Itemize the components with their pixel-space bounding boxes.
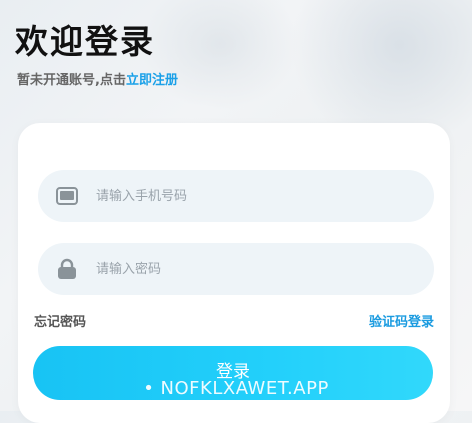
password-field[interactable]: [38, 243, 434, 295]
register-prompt-text: 暂未开通账号,点击: [17, 73, 126, 88]
sms-login-link[interactable]: 验证码登录: [369, 311, 434, 330]
tablet-icon: [54, 183, 80, 209]
lock-icon: [54, 256, 80, 282]
forgot-password-link[interactable]: 忘记密码: [34, 311, 86, 330]
phone-input[interactable]: [94, 187, 398, 205]
register-link[interactable]: 立即注册: [126, 73, 178, 88]
watermark: • NOFKLXAWET.APP: [143, 378, 329, 399]
phone-field[interactable]: [38, 170, 434, 222]
register-prompt: 暂未开通账号,点击立即注册: [17, 69, 178, 88]
page-title: 欢迎登录: [15, 22, 155, 61]
password-input[interactable]: [94, 260, 398, 278]
background-blur: [140, 0, 300, 110]
